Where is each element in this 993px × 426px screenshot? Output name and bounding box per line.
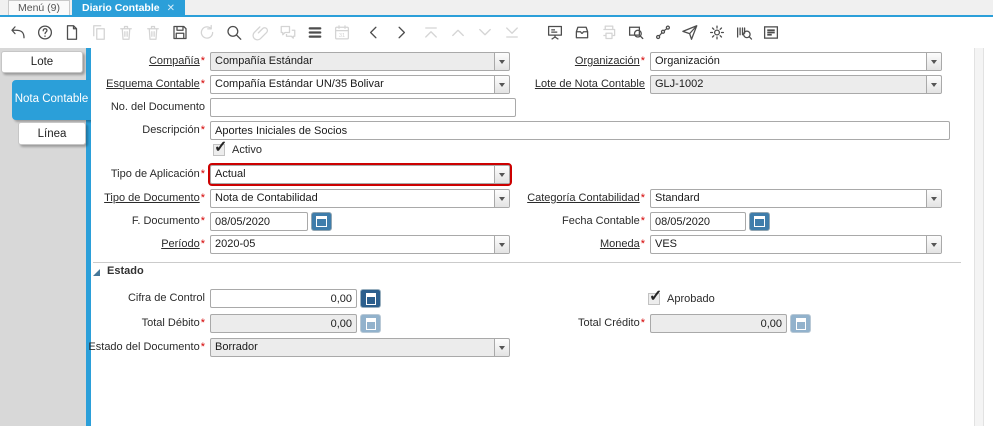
collapse-group-icon[interactable] — [93, 269, 100, 276]
tipo-aplicacion-select[interactable]: Actual — [208, 163, 512, 186]
moneda-select[interactable]: VES — [650, 235, 942, 254]
copy-record-icon — [90, 23, 108, 42]
total-debito-input — [210, 314, 357, 333]
f-documento-calendar-button[interactable] — [311, 212, 332, 231]
chevron-down-icon[interactable] — [926, 76, 941, 93]
chevron-down-icon[interactable] — [494, 166, 509, 183]
categoria-contabilidad-select[interactable]: Standard — [650, 189, 942, 208]
lote-nota-contable-select[interactable]: GLJ-1002 — [650, 75, 942, 94]
organizacion-label[interactable]: Organización* — [468, 54, 645, 69]
checkmark-icon: ✓ — [214, 139, 228, 156]
esquema-contable-label[interactable]: Esquema Contable* — [55, 77, 205, 92]
activo-checkbox[interactable]: ✓ Activo — [213, 139, 262, 158]
organizacion-select[interactable]: Organización — [650, 52, 942, 71]
descripcion-label: Descripción* — [142, 124, 205, 136]
send-request-icon[interactable] — [681, 23, 699, 42]
total-debito-calculator-button — [360, 314, 381, 333]
total-debito-label: Total Débito* — [141, 317, 205, 329]
new-record-icon[interactable] — [63, 23, 81, 42]
esquema-contable-select[interactable]: Compañía Estándar UN/35 Bolivar — [210, 75, 510, 94]
delete-record-icon — [117, 23, 135, 42]
calendar-icon — [333, 23, 351, 42]
calculator-icon — [365, 292, 376, 305]
checkmark-icon: ✓ — [649, 288, 663, 305]
detail-record-icon — [476, 23, 494, 42]
periodo-label[interactable]: Período* — [55, 237, 205, 252]
zoom-window-icon[interactable] — [627, 23, 645, 42]
fecha-contable-input[interactable] — [650, 212, 746, 231]
diario-contable-window: Menú (9) Diario Contable ✕ Lote Nota Con… — [0, 0, 993, 426]
settings-icon[interactable] — [708, 23, 726, 42]
vertical-scrollbar[interactable] — [974, 48, 984, 426]
cifra-control-label: Cifra de Control — [127, 292, 205, 304]
aprobado-checkbox[interactable]: ✓ Aprobado — [648, 288, 715, 307]
no-documento-label: No. del Documento — [110, 101, 205, 113]
next-record-icon[interactable] — [392, 23, 410, 42]
find-icon[interactable] — [225, 23, 243, 42]
document-report-icon[interactable] — [762, 23, 780, 42]
attachment-icon — [252, 23, 270, 42]
archive-icon[interactable] — [573, 23, 591, 42]
parent-record-icon — [449, 23, 467, 42]
print-icon — [600, 23, 618, 42]
calendar-icon — [754, 216, 765, 227]
tipo-aplicacion-label: Tipo de Aplicación* — [110, 168, 205, 180]
total-credito-label: Total Crédito* — [577, 317, 645, 329]
total-credito-calculator-button — [790, 314, 811, 333]
workflow-icon[interactable] — [654, 23, 672, 42]
grid-toggle-icon[interactable] — [306, 23, 324, 42]
undo-icon[interactable] — [9, 23, 27, 42]
cifra-control-calculator-button[interactable] — [360, 289, 381, 308]
periodo-select[interactable]: 2020-05 — [210, 235, 510, 254]
delete-selection-icon — [144, 23, 162, 42]
lote-nota-contable-label[interactable]: Lote de Nota Contable — [468, 77, 645, 92]
f-documento-input[interactable] — [210, 212, 308, 231]
previous-record-icon[interactable] — [365, 23, 383, 42]
window-tabbar: Menú (9) Diario Contable ✕ — [0, 0, 993, 17]
activo-label: Activo — [232, 144, 262, 156]
barcode-scan-icon[interactable] — [735, 23, 753, 42]
save-icon[interactable] — [171, 23, 189, 42]
calculator-icon — [365, 317, 376, 330]
estado-documento-select[interactable]: Borrador — [210, 338, 510, 357]
f-documento-label: F. Documento* — [131, 215, 205, 227]
report-icon[interactable] — [546, 23, 564, 42]
aprobado-label: Aprobado — [667, 293, 715, 305]
refresh-icon — [198, 23, 216, 42]
chevron-down-icon[interactable] — [494, 339, 509, 356]
chevron-down-icon[interactable] — [926, 236, 941, 253]
calculator-icon — [795, 317, 806, 330]
tab-diario-contable[interactable]: Diario Contable ✕ — [72, 0, 185, 15]
first-record-icon — [422, 23, 440, 42]
estado-documento-label: Estado del Documento* — [88, 341, 205, 353]
help-icon[interactable] — [36, 23, 54, 42]
descripcion-input[interactable] — [210, 121, 950, 140]
cifra-control-input[interactable] — [210, 289, 357, 308]
close-tab-icon[interactable]: ✕ — [167, 3, 175, 14]
compania-select[interactable]: Compañía Estándar — [210, 52, 510, 71]
moneda-label[interactable]: Moneda* — [468, 237, 645, 252]
fecha-contable-calendar-button[interactable] — [749, 212, 770, 231]
tipo-documento-label[interactable]: Tipo de Documento* — [55, 191, 205, 206]
toolbar — [0, 17, 993, 48]
calendar-icon — [316, 216, 327, 227]
last-record-icon — [503, 23, 521, 42]
total-credito-input — [650, 314, 787, 333]
fecha-contable-label: Fecha Contable* — [562, 215, 645, 227]
group-separator — [93, 262, 961, 263]
chevron-down-icon[interactable] — [926, 53, 941, 70]
compania-label[interactable]: Compañía* — [55, 54, 205, 69]
tab-menu[interactable]: Menú (9) — [8, 0, 71, 15]
no-documento-input[interactable] — [210, 98, 516, 117]
estado-group-label: Estado — [107, 265, 144, 277]
categoria-contabilidad-label[interactable]: Categoría Contabilidad* — [468, 191, 645, 206]
tipo-documento-select[interactable]: Nota de Contabilidad — [210, 189, 510, 208]
chat-icon — [279, 23, 297, 42]
chevron-down-icon[interactable] — [926, 190, 941, 207]
